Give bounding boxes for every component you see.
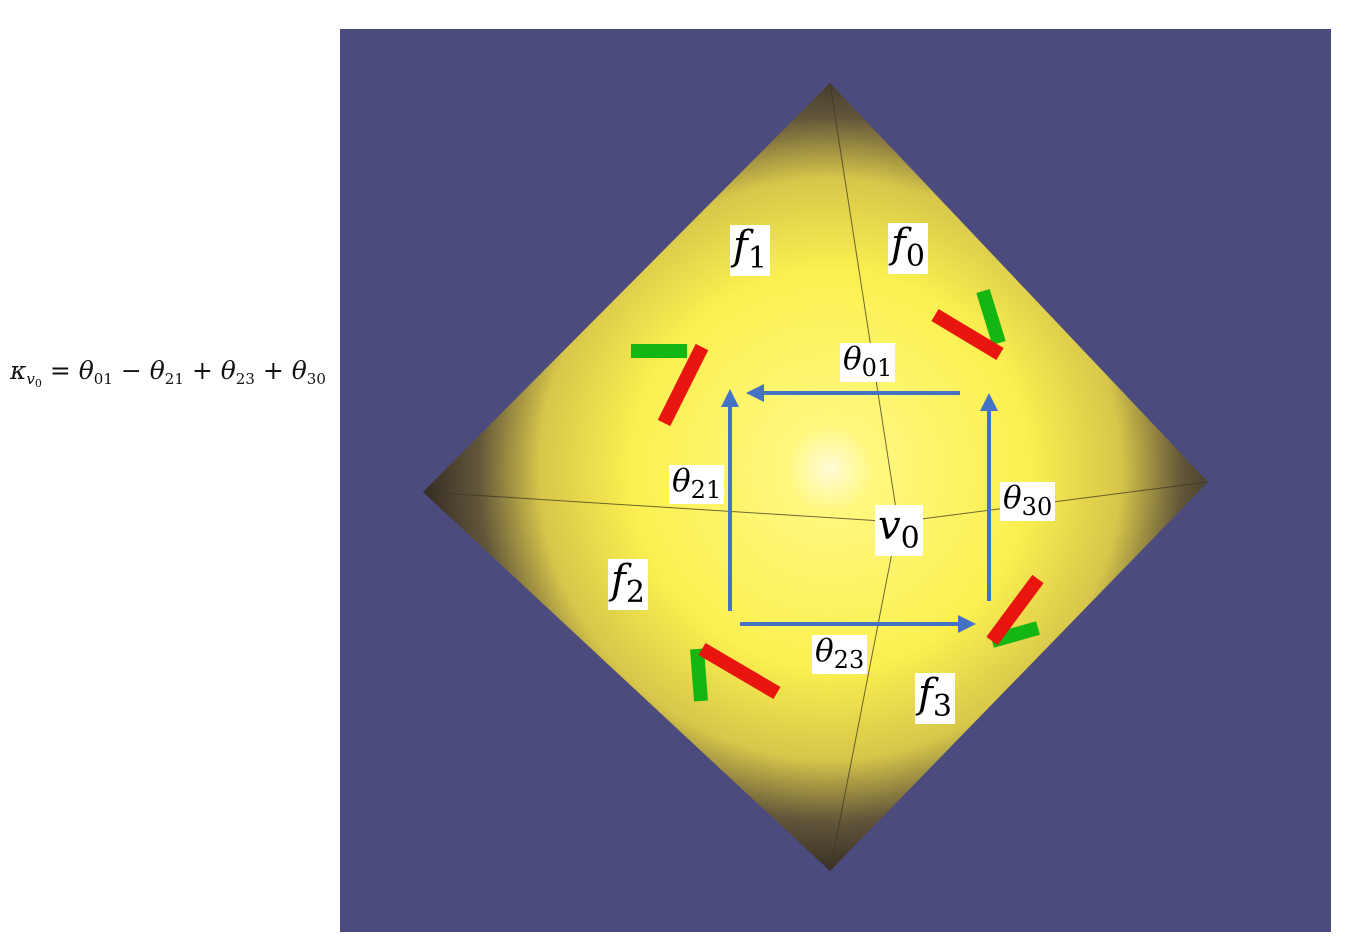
- face-label-f3: f3: [915, 673, 955, 724]
- term-1-op: −: [112, 356, 150, 385]
- angle-label-theta01: θ01: [840, 341, 896, 383]
- term-1-symbol: θ: [149, 356, 165, 385]
- angle-theta01-index: 01: [861, 354, 893, 383]
- kappa-symbol: κ: [10, 356, 27, 385]
- face-f0-index: 0: [905, 239, 925, 274]
- pyramid-scene: [422, 82, 1209, 872]
- face-f2-index: 2: [625, 575, 645, 610]
- angle-theta30-index: 30: [1021, 493, 1053, 522]
- face-f3-symbol: f: [918, 671, 933, 717]
- vertex-index: 0: [900, 521, 920, 556]
- term-0-symbol: θ: [78, 356, 94, 385]
- term-1-index: 21: [164, 370, 184, 388]
- vertex-label-v0: v0: [875, 505, 923, 556]
- kappa-sub-var: v: [26, 370, 35, 388]
- term-3-op: +: [254, 356, 292, 385]
- equals-sign: =: [41, 356, 79, 385]
- face-f3-index: 3: [932, 689, 952, 724]
- term-2-op: +: [183, 356, 221, 385]
- term-0-index: 01: [93, 370, 113, 388]
- face-f0-symbol: f: [891, 221, 906, 267]
- angle-theta23-index: 23: [833, 646, 865, 675]
- term-3-symbol: θ: [291, 356, 307, 385]
- term-2-symbol: θ: [220, 356, 236, 385]
- term-3-index: 30: [306, 370, 326, 388]
- term-2-index: 23: [235, 370, 255, 388]
- angle-label-theta23: θ23: [812, 633, 868, 675]
- angle-theta21-index: 21: [690, 476, 722, 505]
- angle-theta30-symbol: θ: [1003, 480, 1022, 516]
- render-viewport[interactable]: f1 f0 f2 f3 v0 θ01 θ21 θ23 θ30: [340, 29, 1331, 932]
- face-label-f2: f2: [608, 559, 648, 610]
- face-label-f0: f0: [888, 223, 928, 274]
- face-f2-symbol: f: [611, 557, 626, 603]
- angle-theta23-symbol: θ: [815, 633, 834, 669]
- face-f1-index: 1: [747, 241, 767, 276]
- angle-label-theta30: θ30: [1000, 480, 1056, 522]
- frame-f2-y-axis: [690, 648, 708, 702]
- face-f1-symbol: f: [733, 223, 748, 269]
- pyramid-surface: [423, 83, 1208, 871]
- angle-label-theta21: θ21: [669, 463, 725, 505]
- vertex-symbol: v: [878, 503, 901, 549]
- angle-theta01-symbol: θ: [843, 341, 862, 377]
- kappa-sub-index: 0: [34, 377, 42, 390]
- face-label-f1: f1: [730, 225, 770, 276]
- curvature-equation: κv0 = θ01 − θ21 + θ23 + θ30: [10, 356, 326, 390]
- angle-theta21-symbol: θ: [672, 463, 691, 499]
